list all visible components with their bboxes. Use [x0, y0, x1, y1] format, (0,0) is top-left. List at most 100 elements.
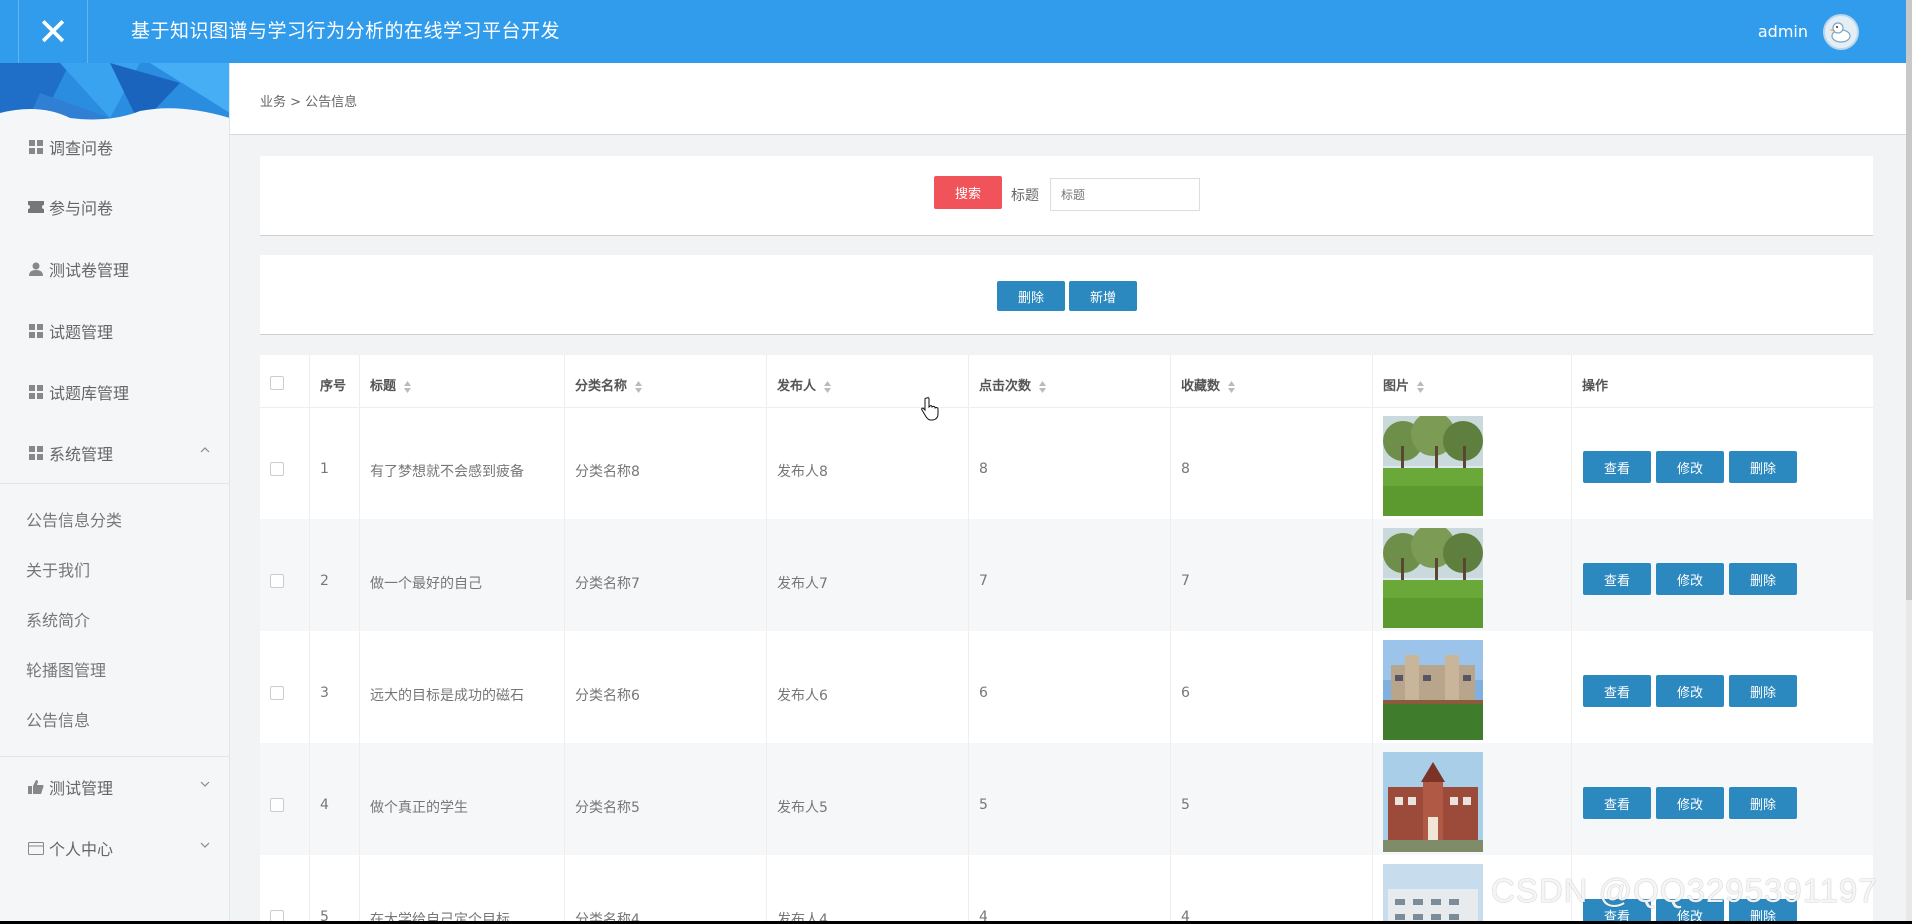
- sidebar-item-label: 参与问卷: [49, 199, 114, 218]
- cell-clicks: 8: [979, 461, 988, 477]
- col-category[interactable]: 分类名称: [575, 375, 643, 394]
- add-button[interactable]: 新增: [1069, 281, 1137, 311]
- cell-title: 在大学给自己定个目标: [370, 912, 510, 921]
- col-image[interactable]: 图片: [1383, 375, 1425, 394]
- submenu-notice[interactable]: 公告信息: [26, 707, 90, 731]
- select-all-checkbox[interactable]: [270, 376, 284, 390]
- edit-button[interactable]: 修改: [1656, 451, 1724, 483]
- cell-no: 4: [320, 797, 329, 813]
- system-submenu: 公告信息分类 关于我们 系统简介 轮播图管理 公告信息: [0, 483, 229, 757]
- cell-clicks: 6: [979, 685, 988, 701]
- user-icon: [28, 261, 44, 277]
- sidebar-item-questions[interactable]: 试题管理: [0, 306, 229, 356]
- col-publisher-label: 发布人: [777, 379, 817, 394]
- sidebar-item-personal[interactable]: 个人中心: [0, 823, 229, 873]
- close-sidebar-button[interactable]: ✕: [18, 0, 88, 63]
- cell-title: 有了梦想就不会感到疲备: [370, 464, 524, 480]
- col-title[interactable]: 标题: [370, 375, 412, 394]
- col-publisher[interactable]: 发布人: [777, 375, 832, 394]
- thumbnail-white-building[interactable]: [1383, 864, 1483, 921]
- col-favorites[interactable]: 收藏数: [1181, 375, 1236, 394]
- user-name[interactable]: admin: [1758, 0, 1808, 63]
- cell-no: 5: [320, 909, 329, 921]
- submenu-notice-category[interactable]: 公告信息分类: [26, 507, 122, 531]
- thumbnail-lawn[interactable]: [1383, 416, 1483, 516]
- row-checkbox[interactable]: [270, 798, 284, 812]
- breadcrumb: 业务 > 公告信息: [260, 95, 358, 110]
- sidebar-item-question-bank[interactable]: 试题库管理: [0, 367, 229, 417]
- delete-button[interactable]: 删除: [1729, 787, 1797, 819]
- sort-icon: [1039, 380, 1047, 393]
- thumbnail-campus-building[interactable]: [1383, 640, 1483, 740]
- cell-clicks: 7: [979, 573, 988, 589]
- delete-button[interactable]: 删除: [1729, 675, 1797, 707]
- cell-favorites: 4: [1181, 909, 1190, 921]
- cell-title: 做个真正的学生: [370, 800, 468, 816]
- search-title-label: 标题: [1011, 188, 1039, 204]
- submenu-carousel[interactable]: 轮播图管理: [26, 657, 106, 681]
- avatar[interactable]: [1823, 14, 1859, 50]
- duck-avatar-icon: [1829, 22, 1851, 43]
- search-button[interactable]: 搜索: [934, 176, 1002, 209]
- grid-icon: [28, 139, 44, 155]
- search-title-input[interactable]: [1050, 178, 1200, 211]
- sidebar-item-join-survey[interactable]: 参与问卷: [0, 182, 229, 232]
- cell-category: 分类名称7: [575, 576, 640, 592]
- delete-button[interactable]: 删除: [1729, 563, 1797, 595]
- cell-publisher: 发布人8: [777, 464, 828, 480]
- sort-icon: [824, 380, 832, 393]
- thumbnail-red-building[interactable]: [1383, 752, 1483, 852]
- view-button[interactable]: 查看: [1583, 563, 1651, 595]
- view-button[interactable]: 查看: [1583, 675, 1651, 707]
- cell-favorites: 6: [1181, 685, 1190, 701]
- notice-table: 序号 标题 分类名称 发布人 点击次数 收藏数 图片 操作 1 有了梦想就不会感…: [260, 355, 1873, 921]
- edit-button[interactable]: 修改: [1656, 675, 1724, 707]
- row-checkbox[interactable]: [270, 686, 284, 700]
- sidebar-item-label: 试题管理: [49, 323, 114, 342]
- row-checkbox[interactable]: [270, 910, 284, 921]
- app-title: 基于知识图谱与学习行为分析的在线学习平台开发: [131, 20, 561, 42]
- grid-icon: [28, 384, 44, 400]
- edit-button[interactable]: 修改: [1656, 563, 1724, 595]
- view-button[interactable]: 查看: [1583, 787, 1651, 819]
- cell-category: 分类名称5: [575, 800, 640, 816]
- sidebar-item-test[interactable]: 测试管理: [0, 762, 229, 812]
- cell-publisher: 发布人7: [777, 576, 828, 592]
- sidebar-item-label: 调查问卷: [49, 139, 114, 158]
- delete-button[interactable]: 删除: [1729, 451, 1797, 483]
- cell-category: 分类名称6: [575, 688, 640, 704]
- grid-icon: [28, 323, 44, 339]
- batch-delete-button[interactable]: 删除: [997, 281, 1065, 311]
- page-scrollbar-thumb[interactable]: [1906, 0, 1912, 600]
- ticket-icon: [28, 199, 44, 215]
- submenu-about-us[interactable]: 关于我们: [26, 557, 90, 581]
- row-checkbox[interactable]: [270, 574, 284, 588]
- chevron-up-icon: [200, 447, 210, 453]
- top-bar: ✕ 基于知识图谱与学习行为分析的在线学习平台开发 admin: [0, 0, 1906, 63]
- cell-no: 1: [320, 461, 329, 477]
- sort-icon: [1228, 380, 1236, 393]
- close-icon: ✕: [37, 9, 69, 54]
- submenu-system-intro[interactable]: 系统简介: [26, 607, 90, 631]
- view-button[interactable]: 查看: [1583, 451, 1651, 483]
- cell-no: 3: [320, 685, 329, 701]
- cell-clicks: 5: [979, 797, 988, 813]
- cell-favorites: 8: [1181, 461, 1190, 477]
- watermark: CSDN @QQ3295391197: [1491, 872, 1878, 909]
- col-category-label: 分类名称: [575, 379, 628, 394]
- chevron-down-icon: [200, 781, 210, 787]
- sidebar-item-label: 测试卷管理: [49, 261, 130, 280]
- thumbnail-lawn[interactable]: [1383, 528, 1483, 628]
- col-clicks[interactable]: 点击次数: [979, 375, 1047, 394]
- sidebar-item-test-paper[interactable]: 测试卷管理: [0, 244, 229, 294]
- row-checkbox[interactable]: [270, 462, 284, 476]
- sidebar-item-system[interactable]: 系统管理: [0, 428, 229, 478]
- sidebar-item-label: 个人中心: [49, 840, 114, 859]
- cell-category: 分类名称8: [575, 464, 640, 480]
- search-panel: 搜索 标题: [260, 156, 1873, 236]
- thumbs-up-icon: [28, 779, 44, 795]
- hand-cursor-icon: [921, 397, 939, 421]
- sidebar-item-survey[interactable]: 调查问卷: [0, 122, 229, 172]
- col-title-label: 标题: [370, 379, 397, 394]
- edit-button[interactable]: 修改: [1656, 787, 1724, 819]
